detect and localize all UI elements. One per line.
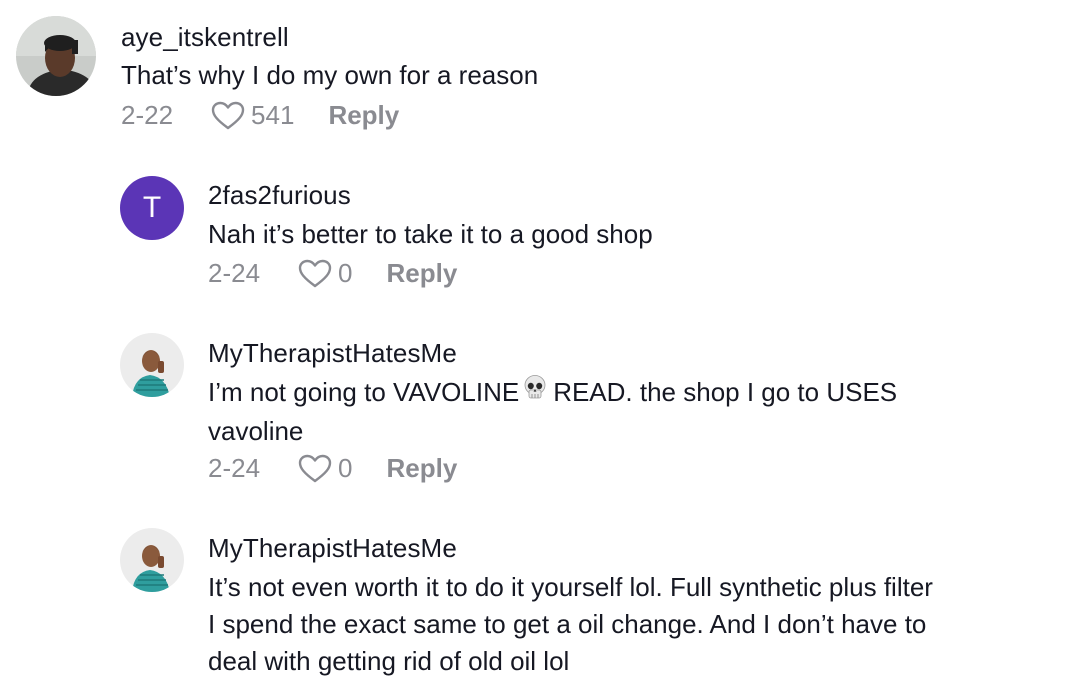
- like-count: 541: [251, 100, 295, 130]
- comment-text-line: deal with getting rid of old oil lol: [208, 646, 570, 676]
- heart-icon: [211, 101, 245, 129]
- comment-username[interactable]: 2fas2furious: [208, 180, 351, 211]
- avatar[interactable]: [120, 528, 184, 592]
- avatar-letter: T: [142, 191, 162, 224]
- comment-meta: 2-22 541 Reply: [121, 100, 399, 131]
- comment-text: It’s not even worth it to do it yourself…: [208, 569, 933, 680]
- comment-text-part: READ. the shop I go to USES: [553, 377, 898, 407]
- like-count: 0: [338, 453, 353, 483]
- comment-date: 2-24: [208, 453, 261, 483]
- comment-username[interactable]: MyTherapistHatesMe: [208, 533, 457, 564]
- comment-date: 2-24: [208, 258, 261, 288]
- comment-text-part: I’m not going to VAVOLINE: [208, 377, 520, 407]
- comment-date: 2-22: [121, 100, 174, 130]
- like-button[interactable]: 0: [298, 453, 353, 484]
- heart-icon: [298, 454, 332, 482]
- comment-text: Nah it’s better to take it to a good sho…: [208, 219, 653, 249]
- avatar[interactable]: [120, 333, 184, 397]
- like-button[interactable]: 541: [211, 100, 294, 131]
- comment-meta: 2-24 0 Reply: [208, 453, 457, 484]
- avatar[interactable]: [16, 16, 96, 96]
- reply-button[interactable]: Reply: [387, 258, 458, 289]
- like-count: 0: [338, 258, 353, 288]
- skull-emoji: [523, 374, 547, 411]
- comment-text: That’s why I do my own for a reason: [121, 60, 539, 90]
- comment-text-line: It’s not even worth it to do it yourself…: [208, 572, 933, 602]
- avatar-photo-icon: [120, 333, 184, 397]
- reply-button[interactable]: Reply: [328, 100, 399, 131]
- reply-button[interactable]: Reply: [387, 453, 458, 484]
- avatar-photo-icon: [16, 16, 96, 96]
- avatar[interactable]: T: [120, 176, 184, 240]
- comment-meta: 2-24 0 Reply: [208, 258, 457, 289]
- comment-text: I’m not going to VAVOLINE READ. the shop…: [208, 374, 897, 450]
- heart-icon: [298, 259, 332, 287]
- avatar-photo-icon: [120, 528, 184, 592]
- comment-text-line: I spend the exact same to get a oil chan…: [208, 609, 927, 639]
- comment-username[interactable]: MyTherapistHatesMe: [208, 338, 457, 369]
- like-button[interactable]: 0: [298, 258, 353, 289]
- comment-username[interactable]: aye_itskentrell: [121, 22, 289, 53]
- comment-text-part: vavoline: [208, 415, 304, 446]
